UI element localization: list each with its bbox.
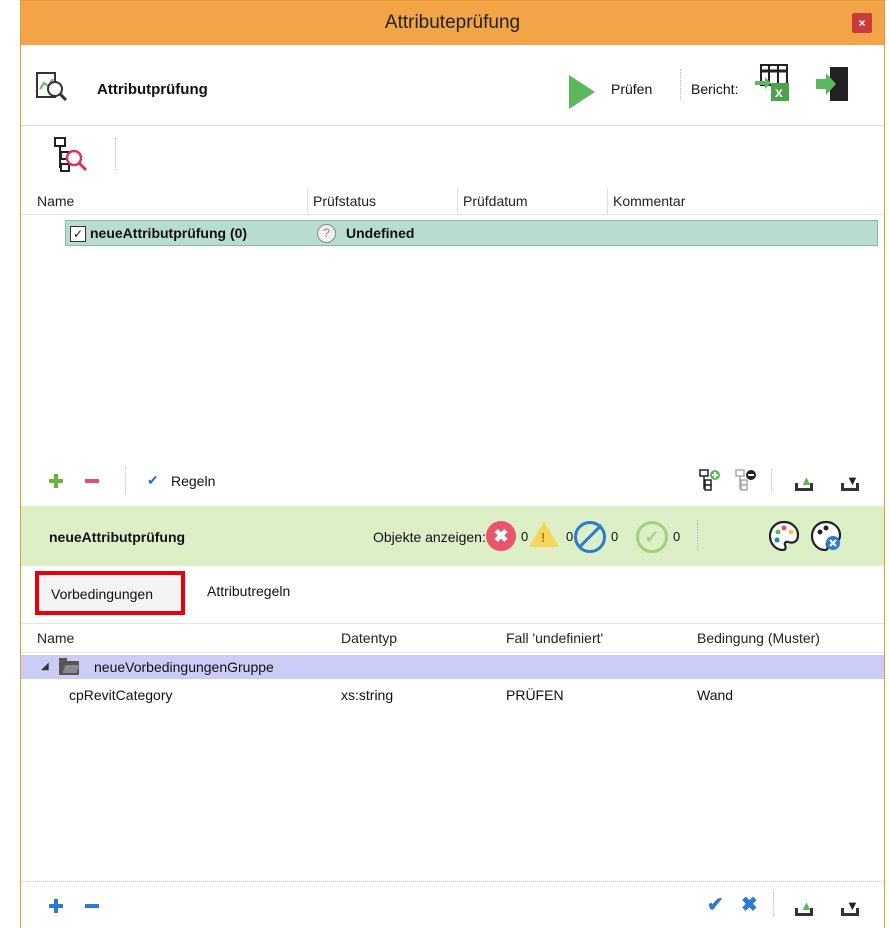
col-datatype[interactable]: Datentyp: [341, 630, 397, 646]
attribute-check-icon: [36, 72, 68, 102]
import-icon[interactable]: ▼: [841, 473, 859, 491]
import-icon-2[interactable]: ▼: [841, 898, 859, 916]
main-toolbar: Attributprüfung Prüfen Bericht: x: [21, 45, 884, 126]
export-icon-2[interactable]: ▲: [795, 898, 813, 916]
secondary-toolbar: [21, 126, 884, 188]
col-name[interactable]: Name: [37, 193, 74, 209]
cell-datatype: xs:string: [341, 687, 394, 703]
row-checkbox[interactable]: ✓: [70, 226, 86, 242]
check-name: neueAttributprüfung: [49, 529, 186, 545]
tree-remove-icon[interactable]: [735, 469, 757, 491]
svg-text:x: x: [775, 84, 783, 100]
toolbar-separator-4: [771, 469, 772, 491]
warning-mark: !: [541, 530, 546, 545]
group-row[interactable]: ◢ neueVorbedingungenGruppe: [21, 655, 884, 679]
toolbar-separator-2: [115, 138, 116, 170]
col-divider[interactable]: [457, 188, 458, 214]
tree-search-icon[interactable]: [53, 136, 89, 174]
cross-icon[interactable]: ✖: [741, 892, 758, 917]
excel-report-icon[interactable]: x: [753, 63, 793, 103]
col-status[interactable]: Prüfstatus: [313, 193, 376, 209]
ignored-icon[interactable]: [574, 521, 606, 553]
tab-strip: Vorbedingungen Attributregeln: [21, 567, 884, 619]
table-row[interactable]: cpRevitCategory xs:string PRÜFEN Wand: [21, 681, 884, 705]
close-button[interactable]: ×: [852, 13, 872, 33]
rules-dropdown[interactable]: Regeln: [171, 473, 215, 489]
dialog-window: Attributeprüfung × Attributprüfung Prüfe…: [20, 0, 885, 928]
tree-add-icon[interactable]: [699, 469, 721, 491]
exit-icon[interactable]: [816, 65, 850, 103]
expand-icon[interactable]: ◢: [41, 661, 49, 672]
ignored-count: 0: [611, 529, 619, 544]
col-name-2[interactable]: Name: [37, 630, 74, 646]
check-list-toolbar: ✔ Regeln ▲ ▼: [21, 463, 884, 501]
cell-undefined-case: PRÜFEN: [506, 687, 564, 703]
col-undefined-case[interactable]: Fall 'undefiniert': [506, 630, 603, 646]
chevron-down-icon[interactable]: ✔: [147, 472, 159, 489]
col-condition[interactable]: Bedingung (Muster): [697, 630, 820, 646]
window-title: Attributeprüfung: [384, 12, 521, 33]
remove-icon-2[interactable]: [85, 904, 99, 908]
export-icon[interactable]: ▲: [795, 473, 813, 491]
folder-icon: [59, 658, 79, 675]
toolbar-separator-6: [773, 892, 774, 916]
col-divider[interactable]: [307, 188, 308, 214]
toolbar-separator: [680, 69, 681, 99]
error-icon[interactable]: ✖: [486, 521, 516, 551]
run-check-button[interactable]: Prüfen: [611, 81, 652, 97]
report-label: Bericht:: [691, 81, 739, 97]
check-detail-header: neueAttributprüfung Objekte anzeigen: ✖ …: [21, 506, 884, 566]
table-row-selected[interactable]: ✓ neueAttributprüfung (0) ? Undefined: [65, 220, 878, 246]
warning-count: 0: [566, 529, 574, 544]
tab-preconditions[interactable]: Vorbedingungen: [35, 571, 185, 615]
ok-icon[interactable]: ✓: [636, 521, 668, 553]
add-icon-2[interactable]: [49, 899, 63, 913]
remove-icon[interactable]: [85, 479, 99, 483]
palette-icon[interactable]: [767, 519, 801, 553]
toolbar-separator-3: [125, 467, 126, 493]
error-count: 0: [521, 529, 529, 544]
question-icon: ?: [317, 224, 336, 243]
row-name: neueAttributprüfung (0): [90, 225, 248, 241]
row-status: Undefined: [346, 225, 415, 241]
cell-name: cpRevitCategory: [69, 687, 173, 703]
precondition-table-header: Name Datentyp Fall 'undefiniert' Bedingu…: [21, 623, 884, 653]
cell-condition: Wand: [697, 687, 734, 703]
col-divider[interactable]: [607, 188, 608, 214]
check-table-header: Name Prüfstatus Prüfdatum Kommentar: [21, 188, 884, 215]
precondition-toolbar: ✔ ✖ ▲ ▼: [21, 881, 884, 928]
title-bar[interactable]: Attributeprüfung ×: [21, 1, 884, 45]
tab-attribute-rules[interactable]: Attributregeln: [207, 583, 290, 599]
add-icon[interactable]: [49, 474, 63, 488]
col-date[interactable]: Prüfdatum: [463, 193, 528, 209]
toolbar-separator-5: [697, 520, 698, 550]
palette-clear-icon[interactable]: [809, 519, 843, 553]
checkmark-icon[interactable]: ✔: [707, 892, 724, 917]
ok-count: 0: [673, 529, 681, 544]
app-label: Attributprüfung: [97, 81, 208, 98]
col-comment[interactable]: Kommentar: [613, 193, 685, 209]
tab-preconditions-label: Vorbedingungen: [51, 586, 153, 602]
play-icon[interactable]: [569, 75, 595, 109]
group-name: neueVorbedingungenGruppe: [94, 659, 274, 675]
show-objects-label: Objekte anzeigen:: [373, 529, 486, 545]
